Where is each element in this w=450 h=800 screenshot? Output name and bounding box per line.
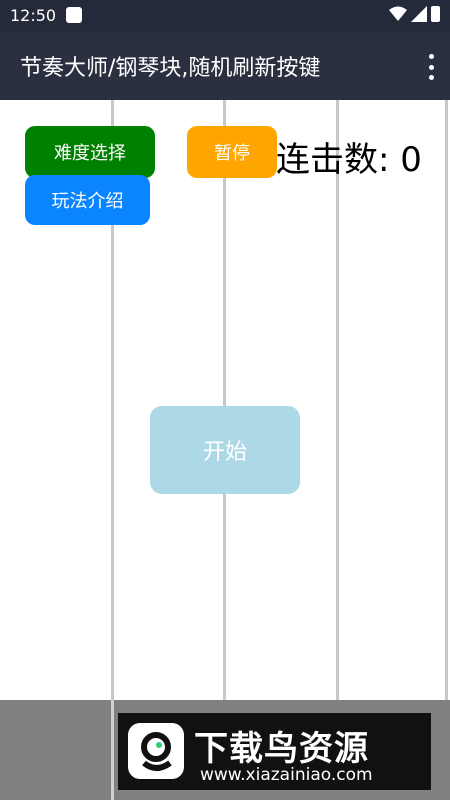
watermark-title: 下载鸟资源	[194, 729, 369, 769]
combo-counter: 连击数: 0	[276, 140, 422, 180]
app-bar: 节奏大师/钢琴块,随机刷新按键	[0, 32, 450, 100]
status-time: 12:50	[10, 6, 57, 25]
wifi-icon	[389, 6, 407, 21]
watermark: 下载鸟资源 www.xiazainiao.com	[118, 713, 431, 790]
lane-divider	[336, 100, 339, 800]
how-to-play-button[interactable]: 玩法介绍	[25, 175, 150, 225]
difficulty-select-button[interactable]: 难度选择	[25, 126, 155, 178]
pause-button[interactable]: 暂停	[187, 126, 277, 178]
signal-icon	[411, 6, 427, 22]
notification-icon	[66, 7, 82, 23]
bird-logo-icon	[128, 723, 184, 779]
status-bar: 12:50	[0, 0, 450, 32]
overflow-menu-icon[interactable]	[426, 54, 436, 80]
watermark-url: www.xiazainiao.com	[200, 765, 373, 785]
tap-row-divider	[111, 700, 114, 800]
lane-divider	[445, 100, 448, 800]
status-icons	[389, 6, 440, 22]
battery-icon	[431, 6, 440, 22]
start-button[interactable]: 开始	[150, 406, 300, 494]
app-title: 节奏大师/钢琴块,随机刷新按键	[20, 56, 321, 81]
